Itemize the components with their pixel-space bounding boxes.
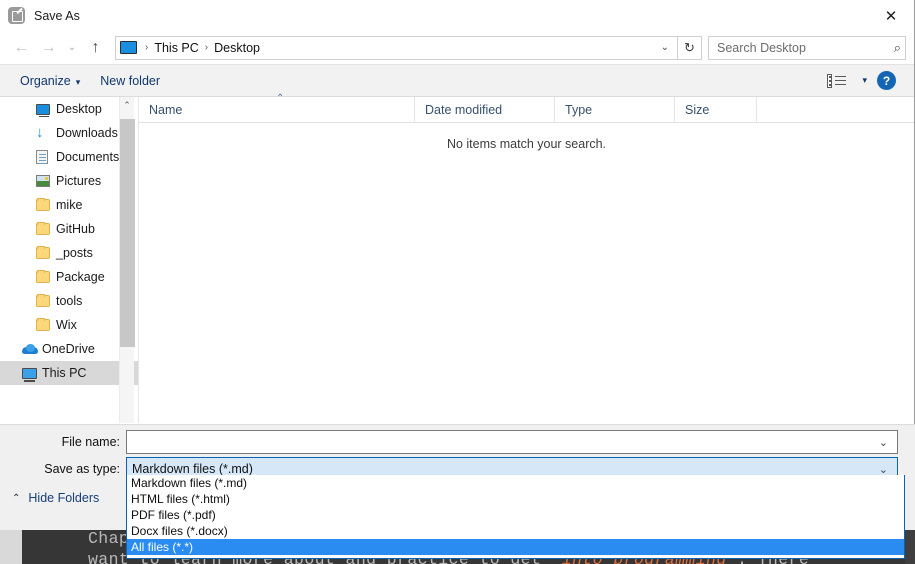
save-as-dialog: Save As ✕ ← → ⌄ ↑ › This PC › Desktop ⌄ … — [0, 0, 915, 530]
monitor-icon — [36, 103, 54, 117]
close-icon[interactable]: ✕ — [868, 0, 914, 31]
column-header-size[interactable]: Size — [675, 96, 757, 123]
folder-icon — [36, 270, 54, 283]
sidebar-item-desktop[interactable]: Desktop — [0, 97, 138, 121]
sidebar-item-label: This PC — [42, 366, 87, 380]
dialog-title: Save As — [34, 8, 80, 23]
dropdown-option[interactable]: All files (*.*) — [127, 539, 904, 555]
view-layout-icon[interactable] — [827, 73, 847, 88]
breadcrumb-item-desktop[interactable]: Desktop — [214, 41, 260, 55]
sidebar-item-documents[interactable]: Documents — [0, 145, 138, 169]
folder-icon — [36, 318, 54, 331]
dropdown-option[interactable]: Markdown files (*.md) — [127, 475, 904, 491]
save-as-type-dropdown[interactable]: Markdown files (*.md) HTML files (*.html)… — [126, 475, 905, 559]
sidebar-item-label: _posts — [56, 246, 93, 260]
cloud-icon — [22, 344, 40, 354]
sidebar-item-posts[interactable]: _posts — [0, 241, 138, 265]
navigation-bar: ← → ⌄ ↑ › This PC › Desktop ⌄ ↻ Search D… — [0, 31, 914, 64]
chevron-down-icon: ▾ — [75, 76, 81, 87]
forward-icon[interactable]: → — [35, 35, 62, 61]
hide-folders-button[interactable]: ⌃ Hide Folders — [12, 491, 99, 505]
sidebar-scrollbar-thumb[interactable] — [120, 119, 135, 347]
sidebar-item-label: Pictures — [56, 174, 102, 188]
search-icon[interactable]: ⌕ — [894, 40, 901, 56]
sidebar-item-onedrive[interactable]: OneDrive — [0, 337, 138, 361]
column-header-name-label: Name — [149, 102, 183, 117]
dropdown-option[interactable]: PDF files (*.pdf) — [127, 507, 904, 523]
chevron-down-icon[interactable]: ⌄ — [661, 42, 673, 53]
edit-square-icon — [8, 7, 25, 24]
organize-button[interactable]: Organize ▾ — [10, 74, 90, 88]
scroll-up-icon[interactable]: ⌃ — [120, 97, 134, 113]
sidebar-item-wix[interactable]: Wix — [0, 313, 138, 337]
history-dropdown-icon[interactable]: ⌄ — [62, 35, 82, 61]
toolbar-right-group: ▾ ? — [827, 71, 904, 90]
back-icon[interactable]: ← — [8, 35, 35, 61]
dialog-body: Desktop ↓ Downloads Documents Pictures mike Gi… — [0, 93, 914, 423]
column-header-name[interactable]: Name ⌃ — [139, 93, 415, 123]
file-name-row: File name: ⌄ — [0, 430, 915, 454]
up-icon[interactable]: ↑ — [82, 35, 109, 61]
sidebar-item-label: Desktop — [56, 102, 102, 116]
download-icon: ↓ — [36, 124, 44, 141]
sidebar-item-label: Downloads — [56, 126, 118, 140]
column-header-type[interactable]: Type — [555, 96, 675, 123]
sidebar-item-tools[interactable]: tools — [0, 289, 138, 313]
sidebar-item-label: Documents — [56, 150, 120, 164]
document-icon — [36, 150, 54, 164]
column-header-row: Name ⌃ Date modified Type Size — [139, 93, 914, 123]
sort-ascending-icon: ⌃ — [276, 92, 285, 104]
sidebar-item-mike[interactable]: mike — [0, 193, 138, 217]
chevron-down-icon[interactable]: ⌄ — [879, 436, 895, 449]
refresh-icon[interactable]: ↻ — [678, 35, 702, 60]
sidebar-item-list: Desktop ↓ Downloads Documents Pictures mike Gi… — [0, 97, 138, 385]
file-name-input[interactable]: ⌄ — [126, 430, 898, 454]
sidebar-item-package[interactable]: Package — [0, 265, 138, 289]
sidebar-item-label: Wix — [56, 318, 77, 332]
save-as-type-value: Markdown files (*.md) — [132, 462, 253, 476]
dropdown-option[interactable]: HTML files (*.html) — [127, 491, 904, 507]
pc-icon — [22, 367, 40, 382]
save-as-type-label: Save as type: — [44, 462, 120, 476]
search-placeholder: Search Desktop — [717, 40, 806, 55]
sidebar-item-label: mike — [56, 198, 83, 212]
sidebar-item-downloads[interactable]: ↓ Downloads — [0, 121, 138, 145]
dialog-titlebar: Save As ✕ — [0, 0, 914, 31]
sidebar-item-this-pc[interactable]: This PC — [0, 361, 138, 385]
help-icon[interactable]: ? — [877, 71, 896, 90]
file-list-pane: Name ⌃ Date modified Type Size No items … — [139, 93, 914, 423]
sidebar-item-label: GitHub — [56, 222, 95, 236]
chevron-down-icon[interactable]: ⌄ — [879, 463, 895, 476]
folder-icon — [36, 294, 54, 307]
folder-icon — [36, 246, 54, 259]
column-header-date-modified[interactable]: Date modified — [415, 96, 555, 123]
search-input[interactable]: Search Desktop ⌕ — [708, 35, 906, 60]
folder-icon — [36, 222, 54, 235]
sidebar-item-label: tools — [56, 294, 83, 308]
breadcrumb-separator-1: › — [204, 42, 209, 53]
breadcrumb[interactable]: › This PC › Desktop ⌄ — [115, 35, 678, 60]
organize-label: Organize — [20, 73, 71, 88]
screen-root: Chapter want to learn more about and pra… — [0, 0, 915, 564]
dropdown-option[interactable]: Docx files (*.docx) — [127, 523, 904, 539]
new-folder-button[interactable]: New folder — [90, 74, 170, 88]
command-toolbar: Organize ▾ New folder ▾ ? — [0, 64, 914, 97]
breadcrumb-item-this-pc[interactable]: This PC — [154, 41, 198, 55]
hide-folders-label: Hide Folders — [28, 491, 100, 505]
view-chevron-down-icon[interactable]: ▾ — [862, 75, 867, 86]
empty-state-message: No items match your search. — [446, 137, 607, 151]
sidebar-item-label: OneDrive — [42, 342, 95, 356]
breadcrumb-separator-0: › — [145, 42, 149, 53]
sidebar-scrollbar[interactable]: ⌃ ⌄ — [119, 97, 135, 423]
folder-icon — [36, 198, 54, 211]
sidebar-item-label: Package — [56, 270, 105, 284]
monitor-icon — [120, 41, 137, 54]
file-name-label: File name: — [61, 435, 120, 449]
chevron-up-icon: ⌃ — [12, 492, 21, 504]
sidebar-item-github[interactable]: GitHub — [0, 217, 138, 241]
navigation-sidebar: Desktop ↓ Downloads Documents Pictures mike Gi… — [0, 97, 139, 423]
picture-icon — [36, 175, 54, 187]
sidebar-item-pictures[interactable]: Pictures — [0, 169, 138, 193]
